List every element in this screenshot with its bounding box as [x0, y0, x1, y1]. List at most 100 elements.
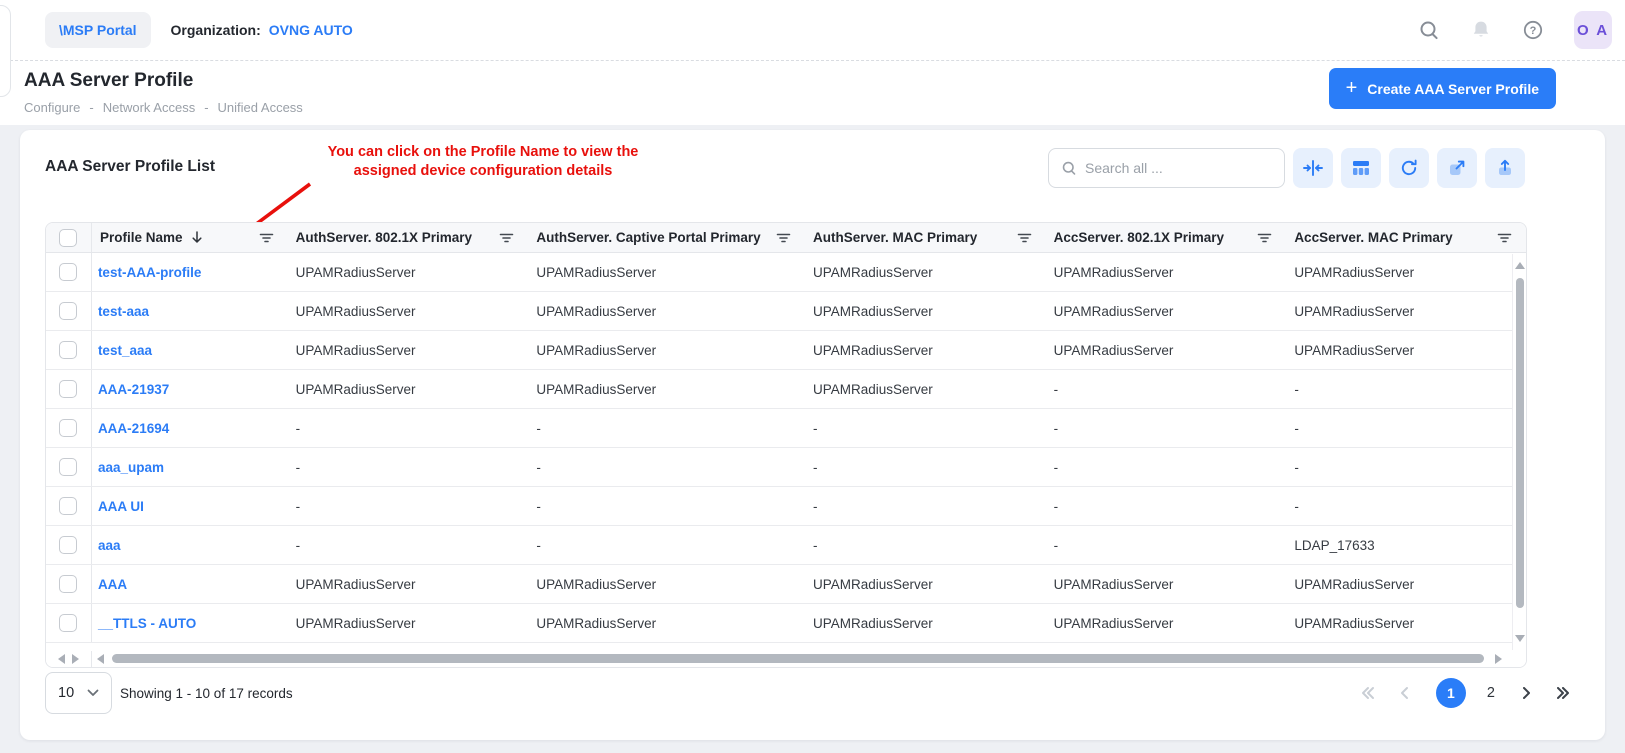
upload-button[interactable]: [1485, 148, 1525, 188]
profile-name-link[interactable]: AAA: [98, 577, 127, 592]
table-cell: UPAMRadiusServer: [288, 253, 529, 291]
column-header[interactable]: AccServer. MAC Primary: [1286, 223, 1526, 252]
filter-icon[interactable]: [1257, 231, 1272, 245]
create-aaa-server-profile-button[interactable]: + Create AAA Server Profile: [1329, 68, 1556, 109]
column-header[interactable]: AccServer. 802.1X Primary: [1046, 223, 1287, 252]
msp-portal-button[interactable]: \MSP Portal: [45, 12, 151, 48]
table-cell: UPAMRadiusServer: [528, 292, 805, 330]
table-cell: -: [1046, 487, 1287, 525]
scroll-up-arrow[interactable]: [1515, 262, 1525, 269]
column-header[interactable]: Profile Name: [92, 223, 288, 252]
filter-icon[interactable]: [776, 231, 791, 245]
horizontal-scrollbar-thumb[interactable]: [112, 654, 1484, 663]
profile-name-link[interactable]: test-aaa: [98, 304, 149, 319]
filter-icon[interactable]: [1017, 231, 1032, 245]
create-button-label: Create AAA Server Profile: [1367, 81, 1539, 97]
profile-name-link[interactable]: AAA UI: [98, 499, 144, 514]
search-icon[interactable]: [1418, 19, 1440, 41]
profile-name-link[interactable]: __TTLS - AUTO: [98, 616, 196, 631]
profile-name-link[interactable]: AAA-21937: [98, 382, 169, 397]
scroll-right-arrow[interactable]: [72, 654, 79, 664]
collapse-columns-button[interactable]: [1293, 148, 1333, 188]
column-header[interactable]: AuthServer. Captive Portal Primary: [528, 223, 805, 252]
row-checkbox[interactable]: [59, 536, 77, 554]
scroll-left-arrow[interactable]: [97, 654, 104, 664]
table-cell: UPAMRadiusServer: [1046, 604, 1287, 642]
breadcrumb-item[interactable]: Network Access: [103, 100, 195, 115]
profile-name-cell: test_aaa: [92, 331, 288, 369]
column-chooser-button[interactable]: [1341, 148, 1381, 188]
refresh-button[interactable]: [1389, 148, 1429, 188]
filter-icon[interactable]: [499, 231, 514, 245]
help-icon[interactable]: ?: [1522, 19, 1544, 41]
table-row: AAA UI-----: [46, 487, 1526, 526]
column-header[interactable]: AuthServer. MAC Primary: [805, 223, 1046, 252]
table-row: test-AAA-profileUPAMRadiusServerUPAMRadi…: [46, 253, 1526, 292]
organization-value[interactable]: OVNG AUTO: [269, 22, 353, 38]
row-checkbox[interactable]: [59, 380, 77, 398]
breadcrumb-item[interactable]: Unified Access: [218, 100, 303, 115]
export-button[interactable]: [1437, 148, 1477, 188]
avatar[interactable]: O A: [1574, 11, 1612, 49]
row-checkbox-cell: [46, 526, 92, 564]
table-cell: UPAMRadiusServer: [288, 604, 529, 642]
profile-name-link[interactable]: test_aaa: [98, 343, 152, 358]
horizontal-scrollbar[interactable]: [46, 651, 1526, 667]
column-header[interactable]: AuthServer. 802.1X Primary: [288, 223, 529, 252]
profile-name-link[interactable]: aaa_upam: [98, 460, 164, 475]
table-cell: UPAMRadiusServer: [288, 331, 529, 369]
select-all-checkbox[interactable]: [59, 229, 77, 247]
table-cell: UPAMRadiusServer: [1286, 253, 1526, 291]
scroll-down-arrow[interactable]: [1515, 635, 1525, 642]
table-cell: -: [1046, 448, 1287, 486]
table-cell: UPAMRadiusServer: [1046, 331, 1287, 369]
row-checkbox[interactable]: [59, 497, 77, 515]
row-checkbox[interactable]: [59, 614, 77, 632]
table-cell: -: [288, 409, 529, 447]
table-cell: UPAMRadiusServer: [1046, 565, 1287, 603]
profile-name-link[interactable]: AAA-21694: [98, 421, 169, 436]
column-header-label: AccServer. 802.1X Primary: [1054, 230, 1224, 245]
table-cell: UPAMRadiusServer: [528, 565, 805, 603]
row-checkbox[interactable]: [59, 458, 77, 476]
page-size-select[interactable]: 10: [45, 672, 112, 714]
next-page-button[interactable]: [1516, 685, 1534, 701]
column-header-label: Profile Name: [100, 230, 183, 245]
export-icon: [1447, 158, 1467, 178]
table-cell: UPAMRadiusServer: [528, 331, 805, 369]
column-header-label: AuthServer. 802.1X Primary: [296, 230, 472, 245]
profile-name-cell: test-AAA-profile: [92, 253, 288, 291]
row-checkbox[interactable]: [59, 575, 77, 593]
vertical-scrollbar[interactable]: [1512, 254, 1526, 650]
sort-desc-icon[interactable]: [190, 230, 204, 245]
row-checkbox-cell: [46, 409, 92, 447]
profile-name-link[interactable]: aaa: [98, 538, 121, 553]
filter-icon[interactable]: [1497, 231, 1512, 245]
prev-page-button[interactable]: [1397, 685, 1415, 701]
page-button-2[interactable]: 2: [1487, 685, 1495, 701]
table-cell: UPAMRadiusServer: [805, 331, 1046, 369]
last-page-button[interactable]: [1555, 685, 1573, 701]
table-cell: UPAMRadiusServer: [288, 370, 529, 408]
row-checkbox[interactable]: [59, 302, 77, 320]
first-page-button[interactable]: [1358, 685, 1376, 701]
notifications-bell-icon[interactable]: [1470, 19, 1492, 41]
plus-icon: +: [1346, 78, 1358, 98]
table-cell: -: [1046, 526, 1287, 564]
table-cell: -: [805, 487, 1046, 525]
page-button-1[interactable]: 1: [1436, 678, 1466, 708]
row-checkbox[interactable]: [59, 341, 77, 359]
table-cell: -: [1046, 409, 1287, 447]
breadcrumb-item[interactable]: Configure: [24, 100, 80, 115]
table-cell: UPAMRadiusServer: [1046, 253, 1287, 291]
pagination: 12: [1358, 672, 1573, 714]
row-checkbox[interactable]: [59, 263, 77, 281]
scroll-right-arrow[interactable]: [1495, 654, 1502, 664]
row-checkbox[interactable]: [59, 419, 77, 437]
vertical-scrollbar-thumb[interactable]: [1516, 278, 1524, 608]
filter-icon[interactable]: [259, 231, 274, 245]
scroll-left-arrow[interactable]: [58, 654, 65, 664]
frozen-column-scroll-controls: [46, 651, 92, 667]
profile-name-link[interactable]: test-AAA-profile: [98, 265, 202, 280]
search-input[interactable]: [1085, 160, 1272, 176]
